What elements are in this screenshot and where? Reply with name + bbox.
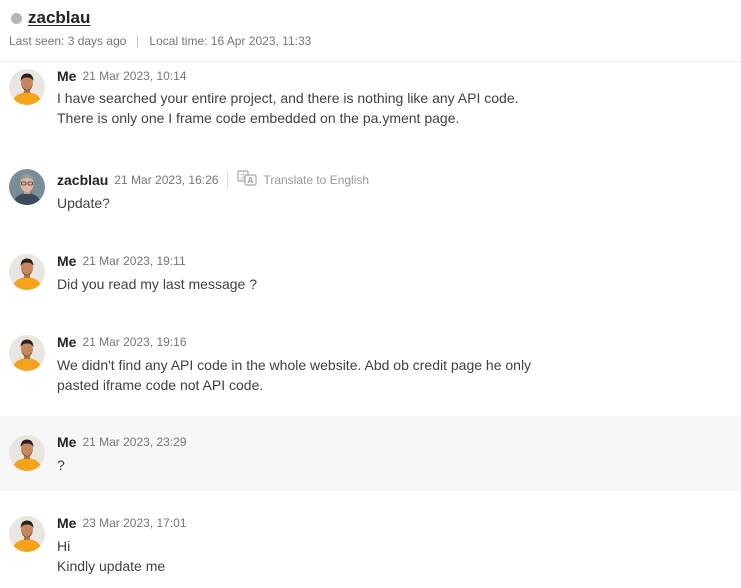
header-divider [227,171,229,188]
contact-username-link[interactable]: zacblau [28,8,90,28]
message-timestamp: 21 Mar 2023, 23:29 [82,435,187,449]
message-item: Me 21 Mar 2023, 23:29 ? [0,416,741,491]
message-item: Me 21 Mar 2023, 19:11 Did you read my la… [0,248,741,318]
message-text: Hi [57,538,71,554]
message-text: We didn't find any API code in the whole… [57,357,532,373]
message-text: Did you read my last message ? [57,276,257,292]
avatar-me[interactable] [9,516,45,552]
avatar-me[interactable] [9,69,45,105]
message-timestamp: 21 Mar 2023, 19:11 [82,254,186,268]
avatar-me[interactable] [9,335,45,371]
sender-name: Me [57,515,77,531]
translate-icon: 文A [237,170,263,189]
message-text: Kindly update me [57,558,166,574]
last-seen-text: Last seen: 3 days ago [9,34,127,48]
contact-meta: Last seen: 3 days ago Local time: 16 Apr… [9,34,311,48]
svg-text:A: A [248,176,254,185]
message-timestamp: 21 Mar 2023, 19:16 [82,335,187,349]
message-text: I have searched your entire project, and… [57,90,519,106]
message-item: Me 21 Mar 2023, 10:14 I have searched yo… [0,63,741,149]
sender-name: zacblau [57,171,109,188]
message-timestamp: 21 Mar 2023, 10:14 [82,69,187,83]
conversation-header: zacblau Last seen: 3 days ago Local time… [0,0,741,62]
sender-name: Me [57,68,77,84]
message-item: zacblau 21 Mar 2023, 16:26 文A Translate … [0,163,741,233]
translate-label: Translate to English [263,172,370,187]
translate-button[interactable]: 文A Translate to English [237,170,369,189]
message-timestamp: 23 Mar 2023, 17:01 [82,516,187,530]
status-dot-icon [11,13,22,24]
message-text: ? [57,457,65,473]
message-item: Me 21 Mar 2023, 19:16 We didn't find any… [0,329,741,415]
sender-name: Me [57,253,77,269]
meta-divider [137,34,139,48]
message-timestamp: 21 Mar 2023, 16:26 [114,172,219,187]
sender-name: Me [57,434,77,450]
sender-name: Me [57,334,77,350]
message-text: There is only one I frame code embedded … [57,110,460,126]
message-item: Me 23 Mar 2023, 17:01 Hi Kindly update m… [0,510,741,588]
message-text: pasted iframe code not API code. [57,377,264,393]
avatar-zacblau[interactable] [9,169,45,205]
message-text: Update? [57,195,110,211]
avatar-me[interactable] [9,254,45,290]
avatar-me[interactable] [9,435,45,471]
local-time-text: Local time: 16 Apr 2023, 11:33 [149,34,312,48]
